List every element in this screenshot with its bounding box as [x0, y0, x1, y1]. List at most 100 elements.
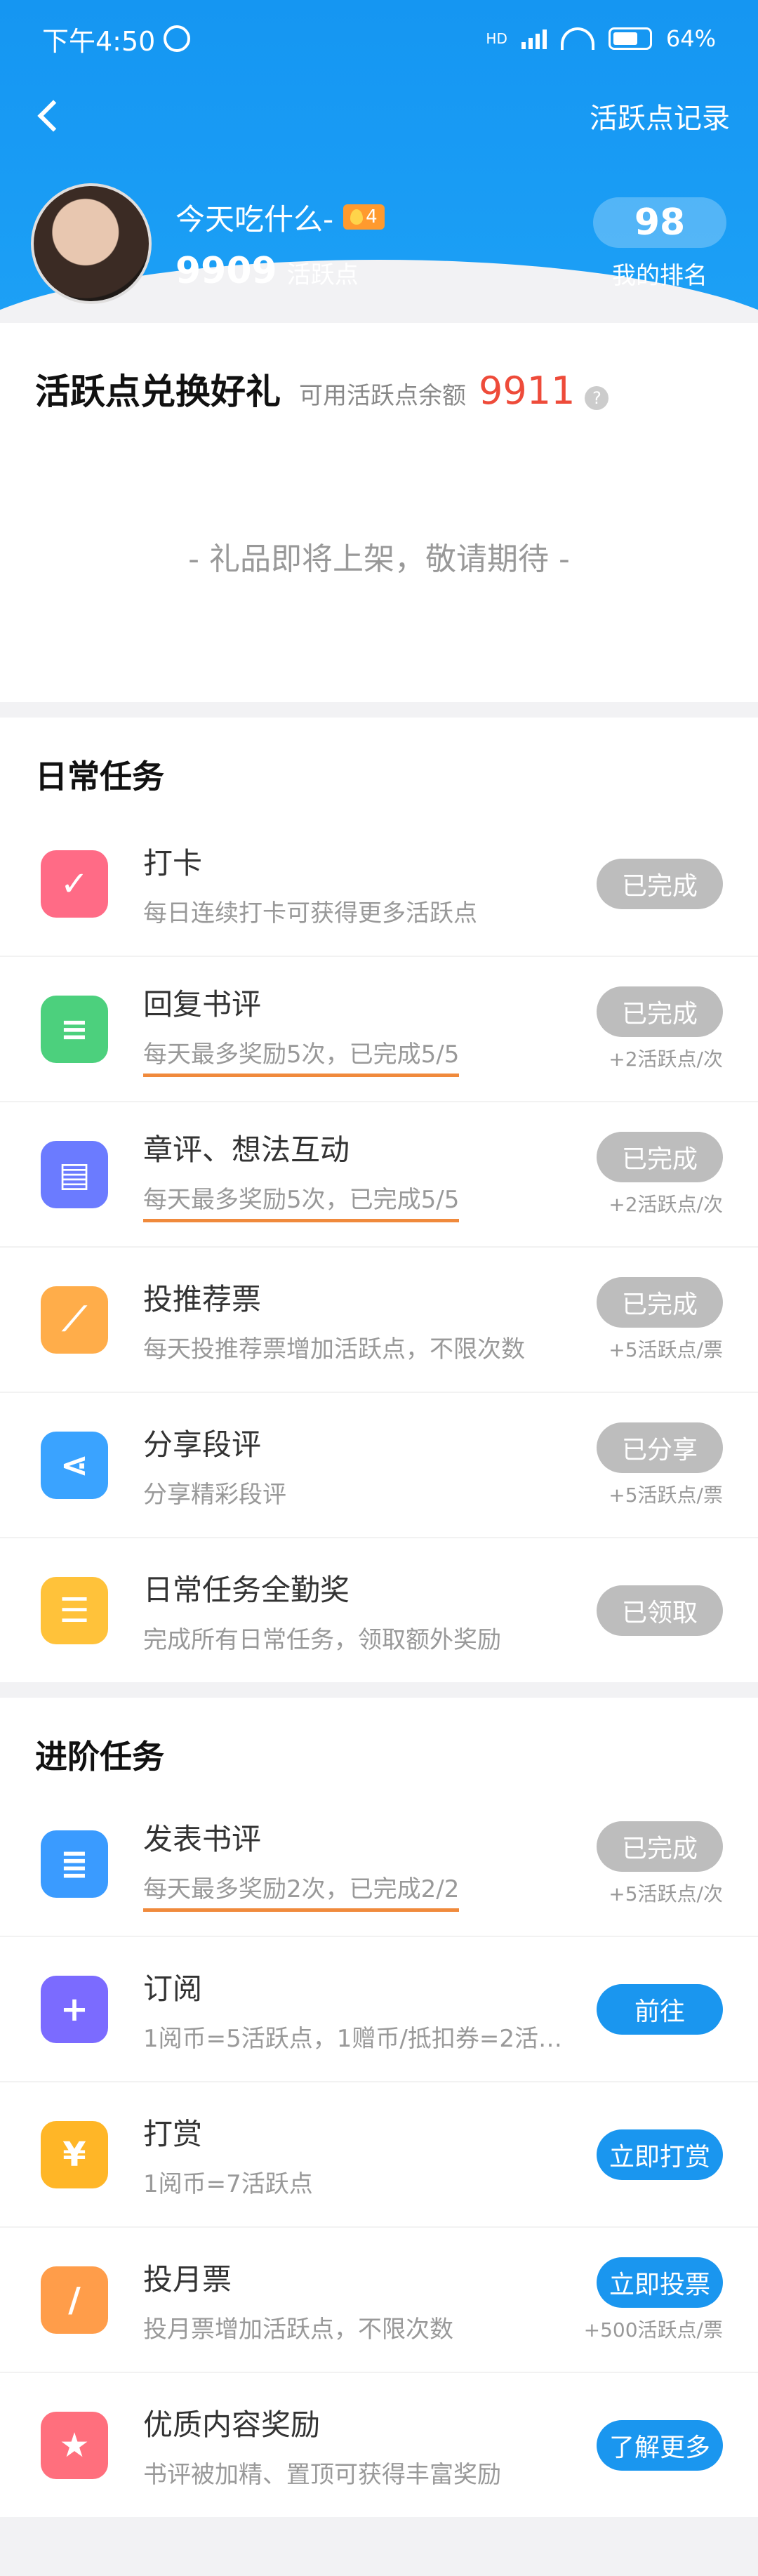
task-row: / 投月票 投月票增加活跃点，不限次数 立即投票 +500活跃点/票 — [0, 2228, 758, 2373]
badge-level: 4 — [366, 206, 378, 227]
my-rank[interactable]: 98 我的排名 — [590, 197, 730, 291]
task-description: 1阅币=5活跃点，1赠币/抵扣券=2活… — [143, 2024, 562, 2053]
daily-task-list: ✓ 打卡 每日连续打卡可获得更多活跃点 已完成 ≡ 回复书评 每天最多奖励5次，已完成5/5… — [0, 812, 758, 1682]
balance-label: 可用活跃点余额 — [299, 382, 466, 410]
money-bag-icon: ¥ — [41, 2120, 108, 2188]
task-row: ≣ 发表书评 每天最多奖励2次，已完成2/2 已完成 +5活跃点/次 — [0, 1792, 758, 1937]
task-info: 订阅 1阅币=5活跃点，1赠币/抵扣券=2活… — [143, 1965, 583, 2054]
task-action: 已完成 +2活跃点/次 — [583, 1131, 723, 1217]
task-action: 已完成 +5活跃点/票 — [583, 1276, 723, 1363]
coming-soon-text: - 礼品即将上架，敬请期待 - — [188, 541, 570, 577]
task-action: 已完成 +5活跃点/次 — [583, 1821, 723, 1907]
task-action: 前往 — [583, 1983, 723, 2035]
month-ticket-icon: / — [41, 2266, 108, 2334]
avatar[interactable] — [31, 183, 152, 304]
task-description: 每天最多奖励5次，已完成5/5 — [143, 1035, 460, 1077]
task-action: 立即打赏 — [583, 2129, 723, 2180]
task-description: 分享精彩段评 — [143, 1480, 286, 1509]
top-nav: 活跃点记录 — [0, 84, 758, 147]
task-name: 投月票 — [143, 2261, 232, 2297]
activity-points: 9909 — [175, 249, 277, 292]
advanced-tasks-title: 进阶任务 — [35, 1738, 164, 1776]
task-reward: +2活跃点/次 — [609, 1047, 723, 1071]
task-button[interactable]: 已完成 — [597, 1821, 723, 1872]
exchange-header: 活跃点兑换好礼 可用活跃点余额 9911 ? — [0, 323, 758, 414]
task-row: ≡ 回复书评每天最多奖励5次，已完成5/5 已完成 +2活跃点/次 — [0, 957, 758, 1102]
advanced-task-list: ≣ 发表书评 每天最多奖励2次，已完成2/2 已完成 +5活跃点/次 + 订阅 1阅币=5活跃… — [0, 1792, 758, 2517]
task-name: 发表书评 — [143, 1822, 262, 1856]
task-button[interactable]: 立即投票 — [597, 2257, 723, 2308]
task-info: 打赏 1阅币=7活跃点 — [143, 2111, 583, 2199]
task-name: 日常任务全勤奖 — [143, 1572, 350, 1607]
task-action: 已分享 +5活跃点/票 — [583, 1422, 723, 1508]
network-label: HD — [486, 30, 507, 47]
task-button[interactable]: 立即打赏 — [597, 2129, 723, 2180]
activity-record-link[interactable]: 活跃点记录 — [590, 95, 730, 136]
calendar-check-icon: ✓ — [41, 850, 108, 918]
task-info: 发表书评 每天最多奖励2次，已完成2/2 — [143, 1816, 583, 1912]
help-icon[interactable]: ? — [585, 386, 609, 410]
star-icon: ★ — [41, 2411, 108, 2479]
task-info: 回复书评每天最多奖励5次，已完成5/5 — [143, 981, 583, 1077]
task-reward: +5活跃点/票 — [609, 1483, 723, 1507]
alarm-icon — [164, 25, 191, 52]
back-icon[interactable] — [37, 100, 69, 132]
task-description: 投月票增加活跃点，不限次数 — [143, 2315, 453, 2344]
note-icon: ▤ — [41, 1140, 108, 1208]
task-button[interactable]: 已完成 — [597, 1131, 723, 1182]
chat-icon: ≡ — [41, 995, 108, 1063]
task-reward: +500活跃点/票 — [583, 2318, 723, 2341]
daily-tasks-section: 日常任务 ✓ 打卡 每日连续打卡可获得更多活跃点 已完成 ≡ 回复书评 每天最多奖励5次，已… — [0, 718, 758, 1682]
task-action: 已完成 — [583, 858, 723, 909]
share-icon: ⋖ — [41, 1431, 108, 1499]
task-description: 每天最多奖励5次，已完成5/5 — [143, 1180, 460, 1222]
document-icon: ≣ — [41, 1830, 108, 1898]
task-button[interactable]: 已完成 — [597, 986, 723, 1037]
task-button[interactable]: 了解更多 — [597, 2419, 723, 2471]
nickname-row: 今天吃什么- 4 — [175, 196, 590, 239]
task-description: 完成所有日常任务，领取额外奖励 — [143, 1625, 501, 1654]
task-row: + 订阅 1阅币=5活跃点，1赠币/抵扣券=2活… 前往 — [0, 1937, 758, 2082]
profile-card: 今天吃什么- 4 9909 活跃点 98 我的排名 — [31, 183, 730, 304]
exchange-title: 活跃点兑换好礼 — [35, 371, 281, 412]
signal-icon — [521, 28, 547, 49]
status-right: HD 64% — [486, 25, 716, 52]
task-button[interactable]: 前往 — [597, 1983, 723, 2035]
task-name: 打卡 — [143, 845, 203, 880]
task-action: 已领取 — [583, 1585, 723, 1636]
status-time: 下午4:50 — [42, 25, 156, 57]
task-name: 订阅 — [143, 1971, 203, 2006]
task-name: 投推荐票 — [143, 1281, 262, 1316]
task-reward: +2活跃点/次 — [609, 1192, 723, 1216]
task-name: 回复书评 — [143, 987, 262, 1022]
task-action: 了解更多 — [583, 2419, 723, 2471]
list-icon: ☰ — [41, 1576, 108, 1644]
task-button[interactable]: 已领取 — [597, 1585, 723, 1636]
battery-icon — [608, 27, 652, 50]
task-info: 优质内容奖励书评被加精、置顶可获得丰富奖励 — [143, 2401, 583, 2490]
task-info: 投推荐票每天投推荐票增加活跃点，不限次数 — [143, 1276, 583, 1364]
task-description: 书评被加精、置顶可获得丰富奖励 — [143, 2460, 501, 2489]
task-row: ▤ 章评、想法互动 每天最多奖励5次，已完成5/5 已完成 +2活跃点/次 — [0, 1102, 758, 1248]
task-button[interactable]: 已完成 — [597, 1276, 723, 1328]
flame-icon — [350, 209, 364, 225]
exchange-section: 活跃点兑换好礼 可用活跃点余额 9911 ? - 礼品即将上架，敬请期待 - — [0, 323, 758, 702]
task-description: 每天投推荐票增加活跃点，不限次数 — [143, 1335, 525, 1363]
daily-tasks-title: 日常任务 — [35, 758, 164, 795]
task-name: 优质内容奖励 — [143, 2407, 321, 2442]
task-action: 已完成 +2活跃点/次 — [583, 986, 723, 1072]
bookmark-plus-icon: + — [41, 1975, 108, 2043]
task-button[interactable]: 已分享 — [597, 1422, 723, 1473]
advanced-tasks-section: 进阶任务 ≣ 发表书评 每天最多奖励2次，已完成2/2 已完成 +5活跃点/次 + 订阅 1阅… — [0, 1698, 758, 2517]
task-button[interactable]: 已完成 — [597, 858, 723, 909]
task-row: ⋖ 分享段评 分享精彩段评 已分享 +5活跃点/票 — [0, 1393, 758, 1538]
task-row: ¥ 打赏 1阅币=7活跃点 立即打赏 — [0, 2082, 758, 2228]
status-bar: 下午4:50 HD 64% — [0, 0, 758, 77]
rank-label: 我的排名 — [612, 261, 707, 290]
task-info: 投月票投月票增加活跃点，不限次数 — [143, 2256, 583, 2344]
task-info: 打卡 每日连续打卡可获得更多活跃点 — [143, 840, 583, 928]
task-reward: +5活跃点/票 — [609, 1337, 723, 1361]
rank-value: 98 — [593, 197, 726, 248]
fire-level-badge: 4 — [343, 204, 385, 230]
battery-level: 64% — [665, 25, 716, 52]
